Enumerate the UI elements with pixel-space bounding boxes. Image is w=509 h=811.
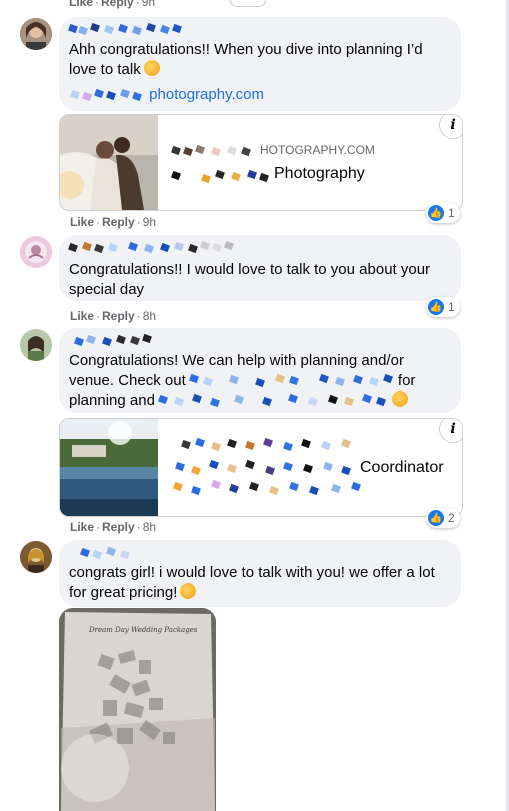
attached-photo-image [59, 608, 216, 811]
smiling-face-with-hearts-icon [143, 60, 160, 76]
reply-link[interactable]: Reply [102, 215, 135, 229]
website-link[interactable]: photography.com [149, 86, 264, 103]
link-line[interactable]: photography.com [69, 85, 264, 105]
reply-link[interactable]: Reply [102, 309, 135, 323]
link-prefix-redacted [69, 88, 145, 102]
comment-bubble: Ahh congratulations!! When you dive into… [59, 17, 461, 111]
avatar-photo [20, 329, 52, 361]
avatar-photo [20, 236, 52, 268]
card-text-redacted [172, 437, 372, 499]
commenter-avatar[interactable] [20, 18, 52, 50]
reaction-count-badge[interactable]: 👍 2 [426, 508, 460, 528]
comment-text-line: planning and [69, 392, 155, 409]
linked-page-redacted[interactable] [188, 373, 398, 388]
separator-dot: · [136, 215, 141, 229]
timestamp[interactable]: 9h [142, 0, 155, 9]
info-icon[interactable]: i [439, 419, 462, 443]
comment-action-row: Like · Reply · 8h [70, 309, 156, 323]
separator-dot: · [136, 520, 141, 534]
link-preview-card[interactable]: HOTOGRAPHY.COM Photography i [59, 114, 463, 211]
comment-action-row: Like · Reply · 9h [70, 215, 156, 229]
comment-text-line: Congratulations!! I would love to talk t… [69, 261, 431, 278]
separator-dot: · [96, 520, 101, 534]
link-preview-title: Photography [274, 165, 365, 182]
card-edge [230, 0, 266, 7]
commenter-avatar[interactable] [20, 329, 52, 361]
reply-link[interactable]: Reply [102, 520, 135, 534]
reaction-count-badge[interactable]: 👍 1 [426, 203, 460, 223]
photo-caption: Dream Day Wedding Packages [89, 626, 198, 634]
like-link[interactable]: Like [70, 215, 94, 229]
comment-text: congrats girl! i would love to talk with… [69, 563, 435, 603]
like-reaction-icon: 👍 [428, 205, 444, 221]
reaction-count: 2 [448, 511, 455, 525]
comment-text-line: for [397, 372, 416, 389]
comment-text-line: Ahh congratulations!! When you dive into… [69, 41, 423, 58]
comment-text: Congratulations!! I would love to talk t… [69, 260, 430, 300]
link-preview-domain: HOTOGRAPHY.COM [260, 143, 375, 157]
comment-text-line: love to talk [69, 61, 141, 78]
site-name-redacted [171, 144, 252, 157]
attached-photo[interactable]: Dream Day Wedding Packages [59, 608, 216, 811]
comment-text: Ahh congratulations!! When you dive into… [69, 40, 423, 80]
like-link[interactable]: Like [70, 520, 94, 534]
comment-text-line: for great pricing! [69, 584, 178, 601]
separator-dot: · [96, 215, 101, 229]
reply-link[interactable]: Reply [101, 0, 134, 9]
comment-bubble: Congratulations!! I would love to talk t… [59, 235, 461, 301]
like-link[interactable]: Like [69, 0, 93, 9]
grinning-face-icon [180, 583, 197, 599]
commenter-avatar[interactable] [20, 236, 52, 268]
comment-bubble: Congratulations! We can help with planni… [59, 328, 461, 413]
avatar-photo [20, 541, 52, 573]
timestamp[interactable]: 9h [143, 215, 156, 229]
comment-text-line: Congratulations! We can help with planni… [69, 352, 404, 369]
comment-bubble: congrats girl! i would love to talk with… [59, 540, 461, 607]
comment-action-row: Like · Reply · 8h [70, 520, 156, 534]
separator-dot: · [135, 0, 140, 9]
comment-text: Congratulations! We can help with planni… [69, 351, 415, 411]
separator-dot: · [136, 309, 141, 323]
link-preview-thumbnail [60, 115, 158, 210]
title-prefix-redacted [171, 169, 272, 184]
timestamp[interactable]: 8h [143, 309, 156, 323]
previous-comment-actions: Like · Reply · 9h [0, 0, 509, 12]
like-reaction-icon: 👍 [428, 510, 444, 526]
comment-text-line: congrats girl! i would love to talk with… [69, 564, 435, 581]
like-link[interactable]: Like [70, 309, 94, 323]
comment-text-line: venue. Check out [69, 372, 186, 389]
smiling-face-icon [392, 391, 409, 407]
avatar-photo [20, 18, 52, 50]
reaction-count: 1 [448, 206, 455, 220]
separator-dot: · [96, 309, 101, 323]
reaction-count-badge[interactable]: 👍 1 [426, 297, 460, 317]
link-preview-title: Coordinator [360, 459, 444, 476]
reaction-count: 1 [448, 300, 455, 314]
commenter-avatar[interactable] [20, 541, 52, 573]
timestamp[interactable]: 8h [143, 520, 156, 534]
separator-dot: · [95, 0, 100, 9]
linked-page-redacted[interactable] [158, 393, 389, 408]
like-reaction-icon: 👍 [428, 299, 444, 315]
link-preview-thumbnail [60, 419, 158, 516]
info-icon[interactable]: i [439, 115, 462, 139]
comment-text-line: special day [69, 281, 145, 298]
link-preview-card[interactable]: Coordinator i [59, 418, 463, 517]
previous-comment-action-row: Like · Reply · 9h [69, 0, 155, 9]
